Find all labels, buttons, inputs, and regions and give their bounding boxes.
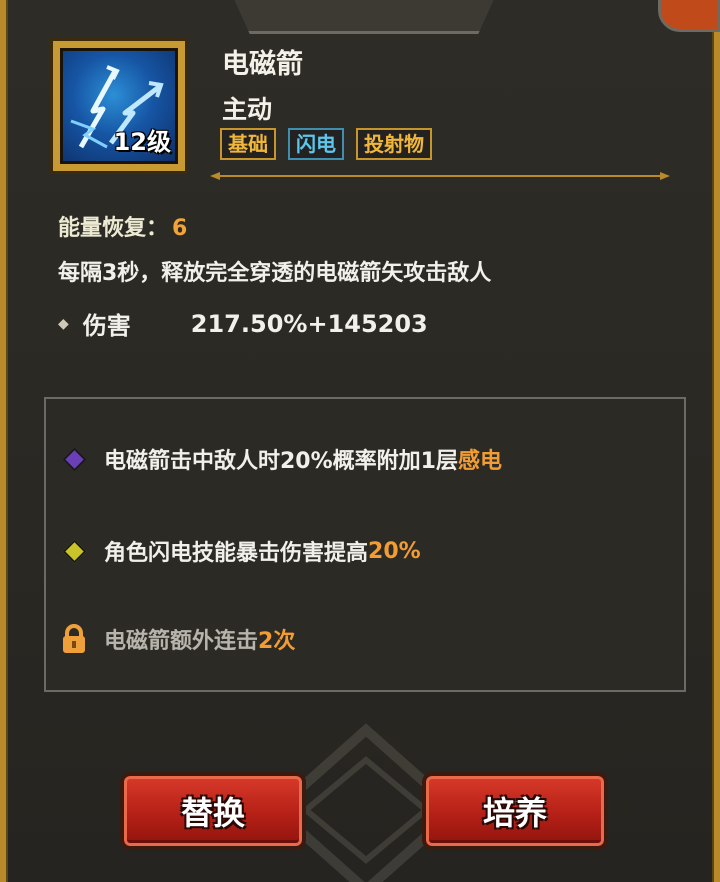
skill-tags: 基础 闪电 投射物 [220, 128, 432, 160]
effect-text: 电磁箭击中敌人时20%概率附加1层 [104, 449, 458, 474]
energy-recovery: 能量恢复： 6 [58, 210, 187, 242]
close-button[interactable] [658, 0, 720, 32]
header-divider [210, 172, 670, 180]
skill-description: 每隔3秒，释放完全穿透的电磁箭矢攻击敌人 [58, 261, 492, 286]
effect-item-locked: 电磁箭额外连击 2次 [60, 623, 295, 655]
purple-diamond-icon [60, 445, 88, 473]
energy-value: 6 [172, 216, 188, 241]
cultivate-button[interactable]: 培养 [422, 772, 608, 850]
energy-label: 能量恢复： [58, 216, 169, 241]
lock-icon [60, 624, 88, 653]
lightning-arrow-icon: 12级 [60, 48, 178, 164]
yellow-diamond-icon [60, 537, 88, 565]
skill-icon-frame: 12级 [50, 38, 188, 174]
skill-level-badge: 12级 [113, 128, 171, 156]
replace-button[interactable]: 替换 [120, 772, 306, 850]
effect-item: 电磁箭击中敌人时20%概率附加1层 感电 [60, 443, 502, 475]
skill-name: 电磁箭 [222, 49, 303, 80]
top-emblem [228, 0, 500, 34]
damage-label: 伤害 [82, 312, 131, 340]
effect-text: 角色闪电技能暴击伤害提高 [104, 541, 369, 566]
effect-text: 电磁箭额外连击 [104, 629, 259, 654]
tag-lightning: 闪电 [288, 128, 344, 160]
effects-box: 电磁箭击中敌人时20%概率附加1层 感电 角色闪电技能暴击伤害提高 20% 电磁箭额… [44, 397, 686, 692]
bullet-diamond-icon: ◆ [58, 315, 69, 332]
effect-highlight: 2次 [258, 629, 296, 654]
skill-type: 主动 [222, 95, 273, 124]
damage-row: ◆ 伤害 217.50%+145203 [58, 306, 428, 341]
skill-detail-panel: 12级 电磁箭 主动 基础 闪电 投射物 能量恢复： 6 每隔3秒，释放完全穿透的… [0, 0, 720, 882]
tag-projectile: 投射物 [356, 128, 432, 160]
damage-value: 217.50%+145203 [190, 309, 428, 338]
effect-highlight: 感电 [457, 449, 502, 474]
effect-item: 角色闪电技能暴击伤害提高 20% [60, 535, 421, 567]
effect-highlight: 20% [368, 538, 421, 564]
tag-basic: 基础 [220, 128, 276, 160]
